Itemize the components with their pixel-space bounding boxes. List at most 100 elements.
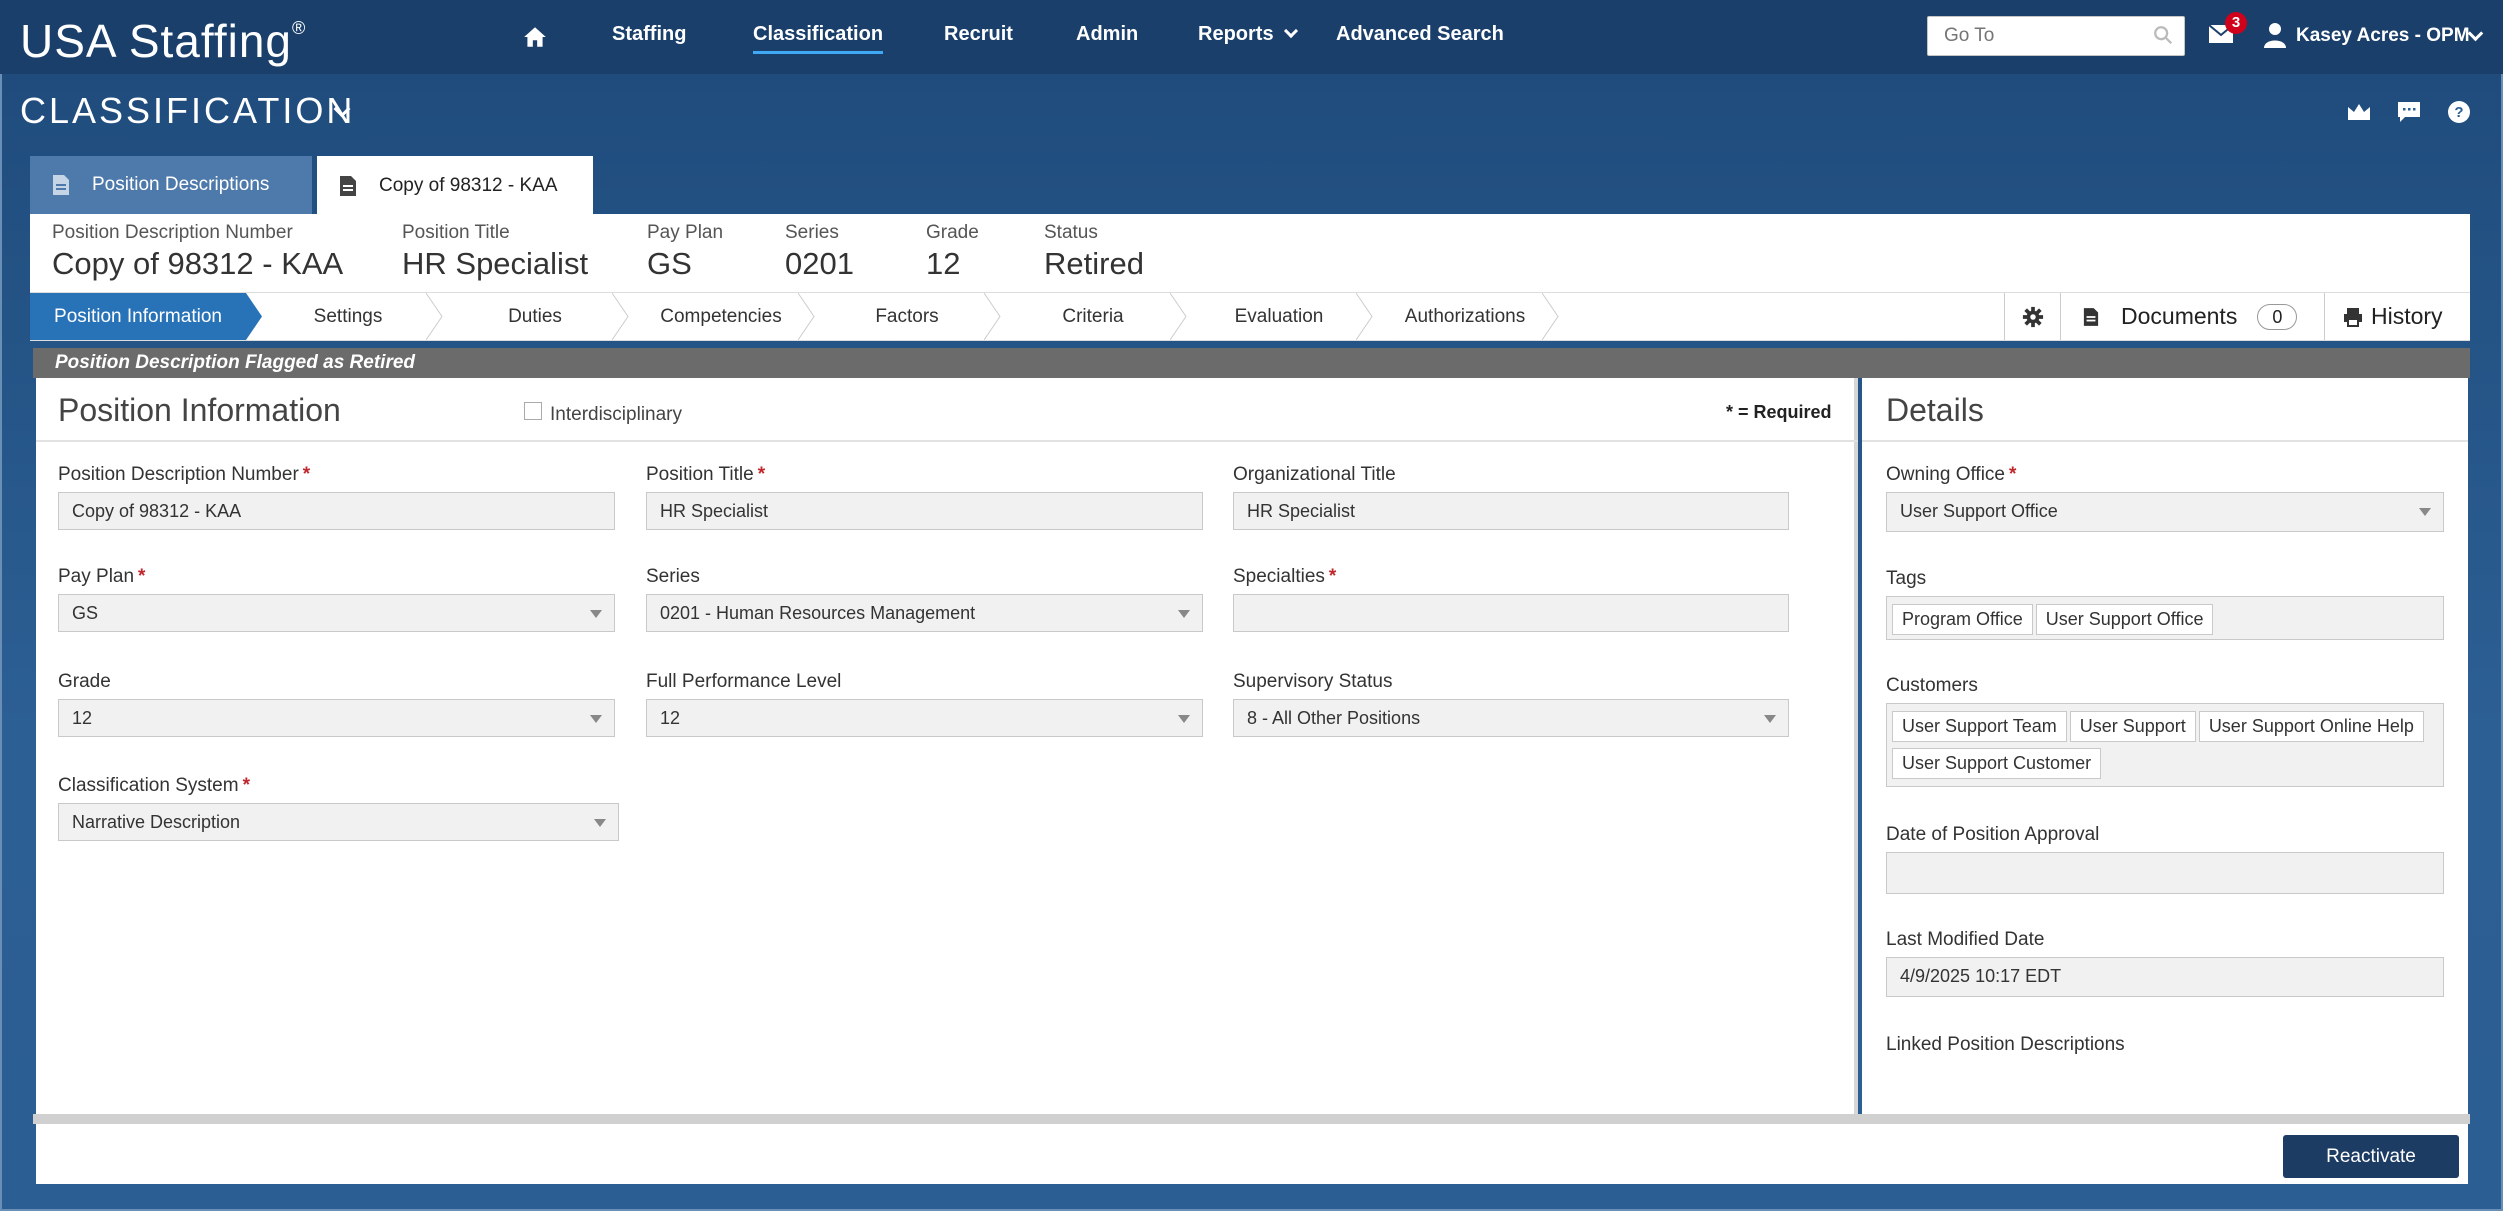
owning-office-select[interactable]: User Support Office: [1886, 492, 2444, 532]
step-criteria[interactable]: Criteria: [1008, 293, 1178, 340]
field-label: Position Title: [646, 464, 754, 485]
history-label: History: [2371, 303, 2443, 329]
summary-status: Status Retired: [1044, 222, 1144, 282]
specialties-label: Specialties *: [1233, 566, 1336, 588]
pd-number-input[interactable]: Copy of 98312 - KAA: [58, 492, 615, 530]
step-duties[interactable]: Duties: [450, 293, 620, 340]
nav-classification[interactable]: Classification: [753, 23, 884, 54]
last-modified-value: 4/9/2025 10:17 EDT: [1886, 957, 2444, 997]
owning-office-label: Owning Office *: [1886, 464, 2016, 486]
tab-label: Copy of 98312 - KAA: [379, 175, 558, 196]
divider: [33, 1114, 2470, 1124]
select-value: 8 - All Other Positions: [1247, 708, 1421, 728]
reactivate-button[interactable]: Reactivate: [2283, 1135, 2459, 1178]
org-title-input[interactable]: HR Specialist: [1233, 492, 1789, 530]
summary-label: Series: [785, 222, 839, 243]
position-title-input[interactable]: HR Specialist: [646, 492, 1203, 530]
full-performance-select[interactable]: 12: [646, 699, 1203, 737]
pd-number-label: Position Description Number *: [58, 464, 310, 486]
customer-chip[interactable]: User Support Team: [1892, 711, 2067, 742]
chat-icon[interactable]: [2396, 100, 2422, 124]
step-position-information[interactable]: Position Information: [30, 293, 246, 340]
help-icon[interactable]: ?: [2446, 100, 2472, 124]
brand-logo[interactable]: USA Staffing®: [20, 14, 306, 68]
interdisciplinary-checkbox[interactable]: [524, 402, 542, 420]
search-icon[interactable]: [2152, 24, 2174, 46]
retired-banner: Position Description Flagged as Retired: [33, 348, 2470, 378]
top-nav: USA Staffing® Staffing Classification Re…: [0, 0, 2503, 74]
specialties-input[interactable]: [1233, 594, 1789, 632]
history-button[interactable]: History: [2324, 293, 2470, 340]
required-star: *: [757, 464, 766, 485]
step-competencies[interactable]: Competencies: [636, 293, 806, 340]
grade-label: Grade: [58, 671, 111, 692]
nav-recruit[interactable]: Recruit: [944, 23, 1013, 46]
crown-icon[interactable]: [2346, 100, 2372, 124]
step-arrow: [1542, 293, 1559, 340]
step-arrow: [984, 293, 1001, 340]
gear-icon: [2022, 306, 2043, 327]
supervisory-status-select[interactable]: 8 - All Other Positions: [1233, 699, 1789, 737]
dropdown-arrow-icon: [590, 715, 602, 723]
document-icon: [340, 176, 356, 196]
customers-field[interactable]: User Support Team User Support User Suppor…: [1886, 703, 2444, 787]
tab-label: Position Descriptions: [92, 174, 270, 195]
series-label: Series: [646, 566, 700, 587]
summary-value: Retired: [1044, 246, 1144, 281]
tab-copy-pd[interactable]: Copy of 98312 - KAA: [317, 156, 593, 216]
document-icon: [2083, 307, 2099, 326]
tab-position-descriptions[interactable]: Position Descriptions: [30, 156, 312, 214]
pd-summary-header: Position Description Number Copy of 98312…: [30, 214, 2470, 292]
linked-pd-label: Linked Position Descriptions: [1886, 1034, 2125, 1055]
tag-chip[interactable]: Program Office: [1892, 604, 2033, 635]
nav-reports[interactable]: Reports: [1198, 23, 1298, 46]
select-value: Narrative Description: [72, 812, 241, 832]
pay-plan-select[interactable]: GS: [58, 594, 615, 632]
summary-value: GS: [647, 246, 692, 281]
tags-field[interactable]: Program Office User Support Office: [1886, 596, 2444, 640]
module-title[interactable]: CLASSIFICATION: [20, 90, 355, 132]
step-arrow: [612, 293, 629, 340]
summary-label: Position Title: [402, 222, 510, 243]
approval-date-input[interactable]: [1886, 852, 2444, 894]
select-value: 12: [660, 708, 681, 728]
dropdown-arrow-icon: [590, 610, 602, 618]
nav-staffing[interactable]: Staffing: [612, 23, 686, 46]
customer-chip[interactable]: User Support Online Help: [2198, 711, 2424, 742]
series-select[interactable]: 0201 - Human Resources Management: [646, 594, 1203, 632]
nav-admin[interactable]: Admin: [1076, 23, 1138, 46]
user-icon[interactable]: [2263, 22, 2287, 48]
documents-button[interactable]: Documents 0: [2060, 293, 2324, 340]
step-authorizations[interactable]: Authorizations: [1380, 293, 1550, 340]
step-factors[interactable]: Factors: [822, 293, 992, 340]
interdisciplinary-label: Interdisciplinary: [550, 404, 682, 425]
summary-label: Position Description Number: [52, 222, 293, 243]
summary-value: 0201: [785, 246, 854, 281]
home-icon[interactable]: [522, 24, 548, 50]
step-arrow: [1170, 293, 1187, 340]
documents-label: Documents: [2121, 303, 2238, 329]
footer-bar: [36, 1124, 2468, 1184]
documents-count: 0: [2257, 303, 2298, 330]
select-value: User Support Office: [1900, 501, 2058, 521]
svg-text:?: ?: [2454, 104, 2463, 121]
step-arrow: [798, 293, 815, 340]
user-menu[interactable]: Kasey Acres - OPM: [2296, 25, 2470, 47]
approval-date-label: Date of Position Approval: [1886, 824, 2100, 845]
grade-select[interactable]: 12: [58, 699, 615, 737]
nav-advanced-search[interactable]: Advanced Search: [1336, 23, 1504, 46]
step-settings[interactable]: Settings: [266, 293, 430, 340]
customer-chip[interactable]: User Support Customer: [1892, 748, 2102, 779]
step-evaluation[interactable]: Evaluation: [1194, 293, 1364, 340]
field-label: Position Description Number: [58, 464, 299, 485]
settings-tool[interactable]: [2004, 293, 2060, 340]
tag-chip[interactable]: User Support Office: [2035, 604, 2214, 635]
classification-system-select[interactable]: Narrative Description: [58, 803, 619, 841]
field-label: Specialties: [1233, 566, 1325, 587]
chevron-down-icon[interactable]: [2467, 25, 2484, 42]
goto-input[interactable]: [1927, 16, 2185, 56]
customer-chip[interactable]: User Support: [2069, 711, 2196, 742]
required-star: *: [302, 464, 311, 485]
summary-grade: Grade 12: [926, 222, 979, 282]
summary-pd-number: Position Description Number Copy of 98312…: [52, 222, 343, 282]
